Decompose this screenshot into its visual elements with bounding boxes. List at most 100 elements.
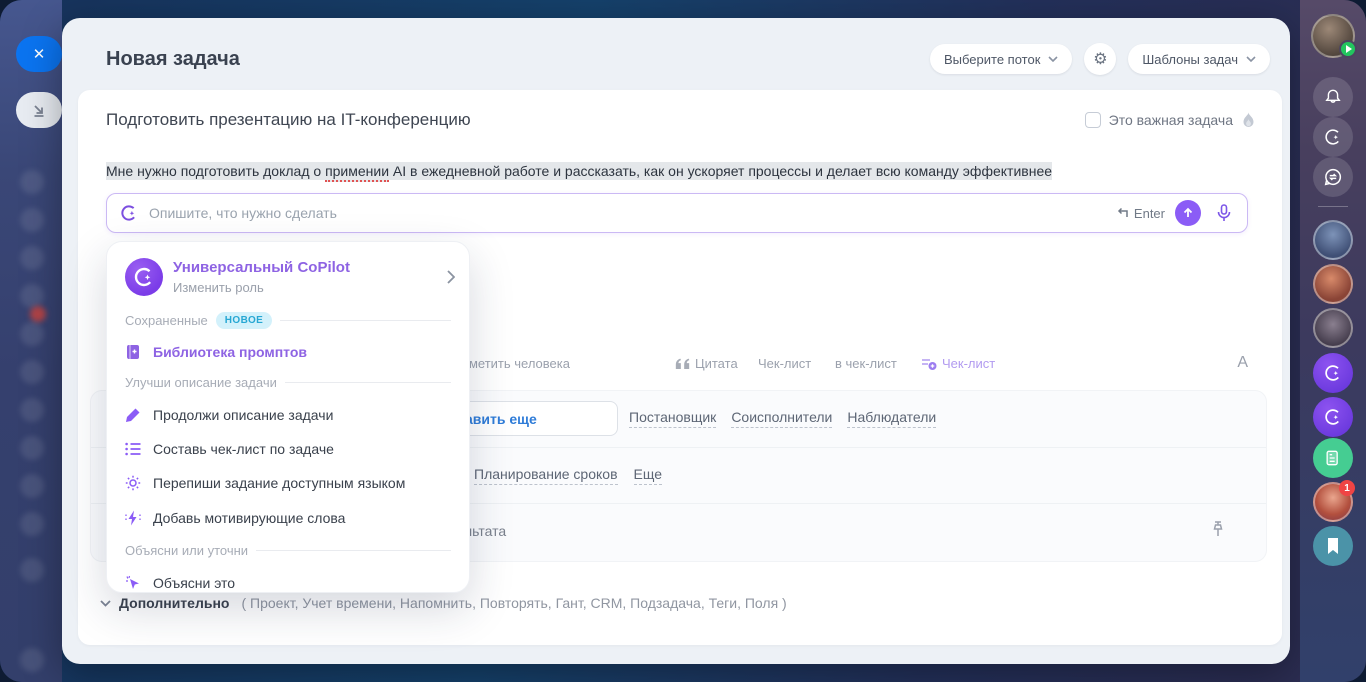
misspelled-word: примении xyxy=(325,162,389,182)
rail-icon xyxy=(20,284,44,308)
checklist-button[interactable]: Чек-лист xyxy=(758,356,811,371)
user-avatar[interactable] xyxy=(1311,14,1355,58)
divider xyxy=(285,382,451,383)
divider xyxy=(256,550,451,551)
new-task-window: Новая задача Выберите поток ⚙ Шаблоны за… xyxy=(62,18,1290,664)
change-role-label: Изменить роль xyxy=(173,280,437,295)
pin-button[interactable] xyxy=(1206,518,1230,542)
close-button[interactable]: ✕ xyxy=(16,36,62,72)
cursor-sparkle-icon xyxy=(125,575,141,591)
improve-section-header: Улучши описание задачи xyxy=(125,375,451,390)
rail-icon xyxy=(20,246,44,270)
copilot-rail-button[interactable] xyxy=(1313,117,1353,157)
messenger-button[interactable] xyxy=(1313,157,1353,197)
settings-gear-button[interactable]: ⚙ xyxy=(1084,43,1116,75)
mention-person-button[interactable]: тметить человека xyxy=(463,356,570,371)
copilot-role-header[interactable]: Универсальный CoPilot Изменить роль xyxy=(125,258,455,296)
copilot-icon xyxy=(1322,126,1344,148)
new-badge: НОВОЕ xyxy=(216,312,272,329)
document-icon xyxy=(1323,448,1343,468)
mic-button[interactable] xyxy=(1211,200,1237,226)
additional-toggle[interactable]: Дополнительно xyxy=(119,595,229,611)
chevron-down-icon xyxy=(100,600,111,607)
saved-bookmarks-button[interactable] xyxy=(1313,526,1353,566)
collapse-button[interactable] xyxy=(16,92,62,128)
list-icon xyxy=(125,442,141,456)
rail-icon xyxy=(20,558,44,582)
copilot-icon xyxy=(1322,406,1344,428)
additional-section: Дополнительно ( Проект, Учет времени, На… xyxy=(100,595,787,611)
enter-key-icon xyxy=(1115,207,1128,219)
send-button[interactable] xyxy=(1175,200,1201,226)
rail-icon xyxy=(20,398,44,422)
rail-icon xyxy=(20,322,44,346)
additional-options-list: ( Проект, Учет времени, Напомнить, Повто… xyxy=(241,595,786,611)
make-checklist-item[interactable]: Составь чек-лист по задаче xyxy=(125,441,451,457)
task-title-input[interactable]: Подготовить презентацию на IT-конференци… xyxy=(106,110,471,130)
prompt-library-item[interactable]: Библиотека промптов xyxy=(125,344,451,360)
copilot-menu: Универсальный CoPilot Изменить роль Сохр… xyxy=(106,241,470,593)
originator-link[interactable]: Постановщик xyxy=(629,409,716,428)
contact-avatar[interactable] xyxy=(1313,308,1353,348)
enter-hint: Enter xyxy=(1115,206,1165,221)
rail-icon xyxy=(20,474,44,498)
unread-count-badge: 1 xyxy=(1339,480,1355,496)
quote-icon xyxy=(675,358,690,370)
font-size-toggle[interactable]: A xyxy=(1237,354,1248,372)
chevron-down-icon xyxy=(1246,56,1256,62)
explain-section-header: Объясни или уточни xyxy=(125,543,451,558)
rail-alert-dot xyxy=(30,306,46,322)
left-sidebar: ✕ xyxy=(0,0,62,682)
copilot-avatar xyxy=(125,258,163,296)
task-description-text[interactable]: Мне нужно подготовить доклад о примении … xyxy=(106,161,1242,182)
rail-icon xyxy=(20,436,44,460)
rail-icon xyxy=(20,170,44,194)
observers-link[interactable]: Наблюдатели xyxy=(847,409,936,428)
app-screen: ✕ Новая задача Выберите поток ⚙ Шаблоны … xyxy=(0,0,1366,682)
notifications-button[interactable] xyxy=(1313,77,1353,117)
news-channel-button[interactable] xyxy=(1313,438,1353,478)
task-templates-button[interactable]: Шаблоны задач xyxy=(1128,44,1270,74)
rewrite-simple-item[interactable]: Перепиши задание доступным языком xyxy=(125,475,451,491)
add-motivation-item[interactable]: Добавь мотивирующие слова xyxy=(125,510,451,526)
ai-checklist-button[interactable]: Чек-лист xyxy=(921,356,995,371)
copilot-role-title: Универсальный CoPilot xyxy=(173,259,350,276)
rail-icon xyxy=(20,648,44,672)
explain-this-item[interactable]: Объясни это xyxy=(125,575,451,591)
bookmark-icon xyxy=(1325,537,1341,555)
schedule-planning-link[interactable]: Планирование сроков xyxy=(474,466,618,485)
copilot-icon xyxy=(1322,362,1344,384)
saved-section-header: Сохраненные НОВОЕ xyxy=(125,312,451,329)
co-executors-link[interactable]: Соисполнители xyxy=(731,409,832,428)
important-checkbox[interactable] xyxy=(1085,112,1101,128)
copilot-chat-button[interactable] xyxy=(1313,353,1353,393)
contact-avatar[interactable] xyxy=(1313,264,1353,304)
copilot-chat-button[interactable] xyxy=(1313,397,1353,437)
pen-icon xyxy=(125,407,141,423)
page-title: Новая задача xyxy=(106,48,240,71)
to-checklist-button[interactable]: в чек-лист xyxy=(835,356,897,371)
contact-avatar[interactable] xyxy=(1313,220,1353,260)
microphone-icon xyxy=(1217,204,1231,222)
important-task-toggle[interactable]: Это важная задача xyxy=(1085,112,1256,129)
bot-avatar[interactable]: 1 xyxy=(1313,482,1353,522)
continue-description-item[interactable]: Продолжи описание задачи xyxy=(125,407,451,423)
copilot-prompt-input[interactable] xyxy=(149,205,1105,221)
more-link[interactable]: Еще xyxy=(634,466,663,485)
add-more-button[interactable]: авить еще xyxy=(459,401,618,436)
bell-icon xyxy=(1323,87,1343,107)
select-stream-button[interactable]: Выберите поток xyxy=(930,44,1072,74)
collapse-icon xyxy=(31,102,47,118)
copilot-prompt-field[interactable]: Enter xyxy=(106,193,1248,233)
rail-icon xyxy=(20,512,44,536)
chat-arrows-icon xyxy=(1322,166,1344,188)
quote-button[interactable]: Цитата xyxy=(675,356,738,371)
lightning-icon xyxy=(125,510,141,526)
rail-icon xyxy=(20,360,44,384)
arrow-up-icon xyxy=(1182,207,1194,219)
ai-checklist-icon xyxy=(921,357,937,371)
gear-icon: ⚙ xyxy=(1093,49,1107,69)
chevron-right-icon xyxy=(447,270,455,284)
rail-icon xyxy=(20,208,44,232)
header-actions: Выберите поток ⚙ Шаблоны задач xyxy=(930,43,1270,75)
